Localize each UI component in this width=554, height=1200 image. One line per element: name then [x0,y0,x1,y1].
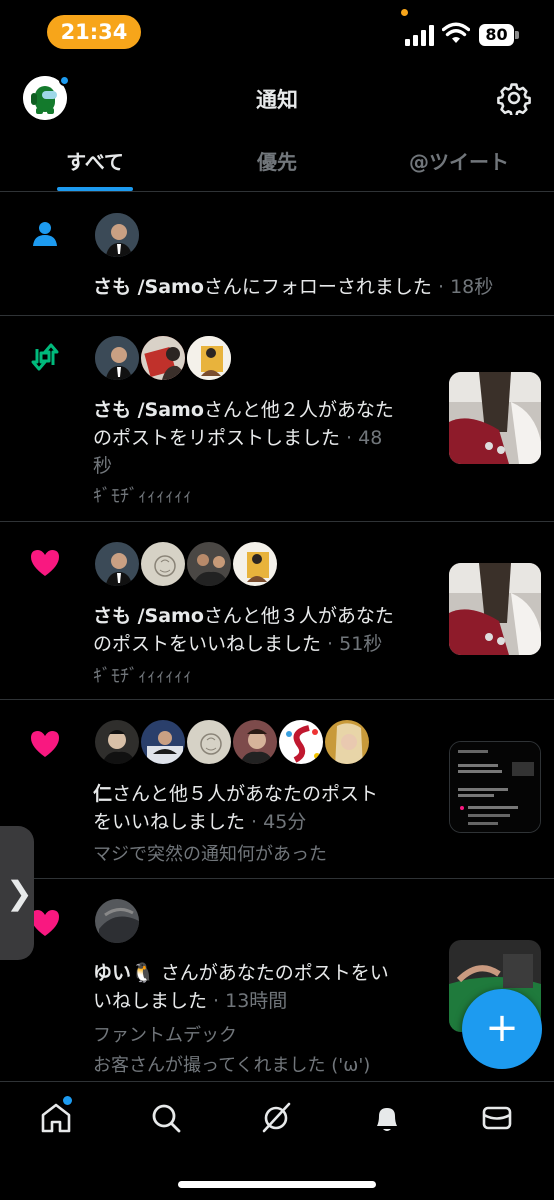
notification-text: さも /Samoさんにフォローされました · 18秒 [93,273,533,301]
notification-message-line1: さんと他２人があなた [203,399,394,421]
home-unread-dot [63,1096,72,1105]
post-preview-text-line2: お客さんが撮ってくれました ('ω') [93,1055,371,1076]
gear-icon[interactable] [497,81,531,115]
post-thumbnail[interactable] [449,741,541,833]
notification-like[interactable]: さも /Samoさんと他３人があなた のポストをいいねしました · 51秒 ｷﾞ… [0,522,554,700]
cellular-signal-icon [405,25,434,46]
notification-message-line2: のポストをリポストしました [93,427,341,449]
avatar[interactable] [185,540,233,588]
avatar[interactable] [93,540,141,588]
actor-name[interactable]: さも /Samo [93,399,204,421]
actor-name[interactable]: ゆい🐧 [93,962,155,984]
timestamp-part2: 秒 [93,455,113,477]
battery-level: 80 [479,24,514,46]
status-bar: 21:34 80 [0,0,554,64]
avatar[interactable] [139,540,187,588]
notification-like[interactable]: 仁さんと他５人があなたのポスト をいいねしました · 45分 マジで突然の通知何… [0,700,554,879]
notification-message-line1: さんがあなたのポストをい [154,962,389,984]
actor-name[interactable]: 仁 [93,783,112,805]
timestamp: · 18秒 [437,276,494,298]
heart-icon [31,550,59,576]
avatar[interactable] [93,718,141,766]
post-preview-text: ｷﾞﾓﾁﾞｨｨｨｨｨｨ [93,666,192,687]
timestamp: · 13時間 [207,990,288,1012]
avatar[interactable] [93,211,141,259]
repost-icon [31,343,59,371]
status-time: 21:34 [47,15,141,49]
home-icon[interactable] [38,1100,74,1136]
avatar[interactable] [323,718,371,766]
avatar[interactable] [231,718,279,766]
avatar[interactable] [93,897,141,945]
mail-icon[interactable] [479,1100,515,1136]
side-panel-handle[interactable]: ❯ [0,826,34,960]
notification-message-line2: のポストをいいねしました [93,633,322,655]
plus-icon: + [485,1005,519,1051]
notification-text: ゆい🐧 さんがあなたのポストをい いねしました · 13時間 [93,959,443,1015]
notification-text: さも /Samoさんと他２人があなた のポストをリポストしました · 48 秒 [93,396,427,480]
tab-all[interactable]: すべて [57,146,133,175]
avatar[interactable] [93,334,141,382]
timestamp-part1: · 48 [340,427,383,449]
battery-tip [515,31,519,39]
post-thumbnail[interactable] [449,372,541,464]
avatar[interactable] [277,718,325,766]
grok-icon[interactable] [258,1100,294,1136]
notification-message-line1: さんと他３人があなた [203,605,394,627]
tab-mentions[interactable]: @ツイート [396,146,522,175]
notification-text: さも /Samoさんと他３人があなた のポストをいいねしました · 51秒 [93,602,427,658]
avatar[interactable] [185,334,233,382]
notification-text: 仁さんと他５人があなたのポスト をいいねしました · 45分 [93,780,427,836]
post-preview-text: マジで突然の通知何があった [93,844,327,865]
avatar[interactable] [231,540,279,588]
battery-indicator: 80 [479,24,519,46]
avatar[interactable] [139,334,187,382]
post-preview-text-line1: ファントムデック [93,1025,237,1046]
compose-button[interactable]: + [462,989,542,1069]
timestamp: · 45分 [245,811,307,833]
tab-priority[interactable]: 優先 [238,146,316,175]
avatar[interactable] [185,718,233,766]
actor-name[interactable]: さも /Samo [93,276,204,298]
notification-tabs: すべて 優先 @ツイート [0,132,554,192]
app-header: 通知 [0,64,554,132]
wifi-icon [442,22,470,43]
chevron-right-icon: ❯ [6,874,33,912]
bell-icon[interactable] [369,1100,405,1136]
timestamp: · 51秒 [321,633,383,655]
notification-message-line1: さんと他５人があなたのポスト [112,783,379,805]
search-icon[interactable] [148,1100,184,1136]
post-preview-text: ｷﾞﾓﾁﾞｨｨｨｨｨｨ [93,486,192,507]
notification-message: さんにフォローされました [203,276,432,298]
post-thumbnail[interactable] [449,563,541,655]
privacy-indicator-dot [401,9,408,16]
notification-message-line2: をいいねしました [93,811,246,833]
notification-message-line2: いねしました [93,990,208,1012]
bottom-navigation [0,1081,554,1200]
notification-follow[interactable]: さも /Samoさんにフォローされました · 18秒 [0,193,554,316]
person-follow-icon [33,222,57,246]
home-indicator [178,1181,376,1188]
actor-name[interactable]: さも /Samo [93,605,204,627]
heart-icon [31,731,59,757]
active-tab-indicator [57,187,133,191]
page-title: 通知 [256,88,298,112]
notification-repost[interactable]: さも /Samoさんと他２人があなた のポストをリポストしました · 48 秒 … [0,316,554,522]
avatar[interactable] [139,718,187,766]
